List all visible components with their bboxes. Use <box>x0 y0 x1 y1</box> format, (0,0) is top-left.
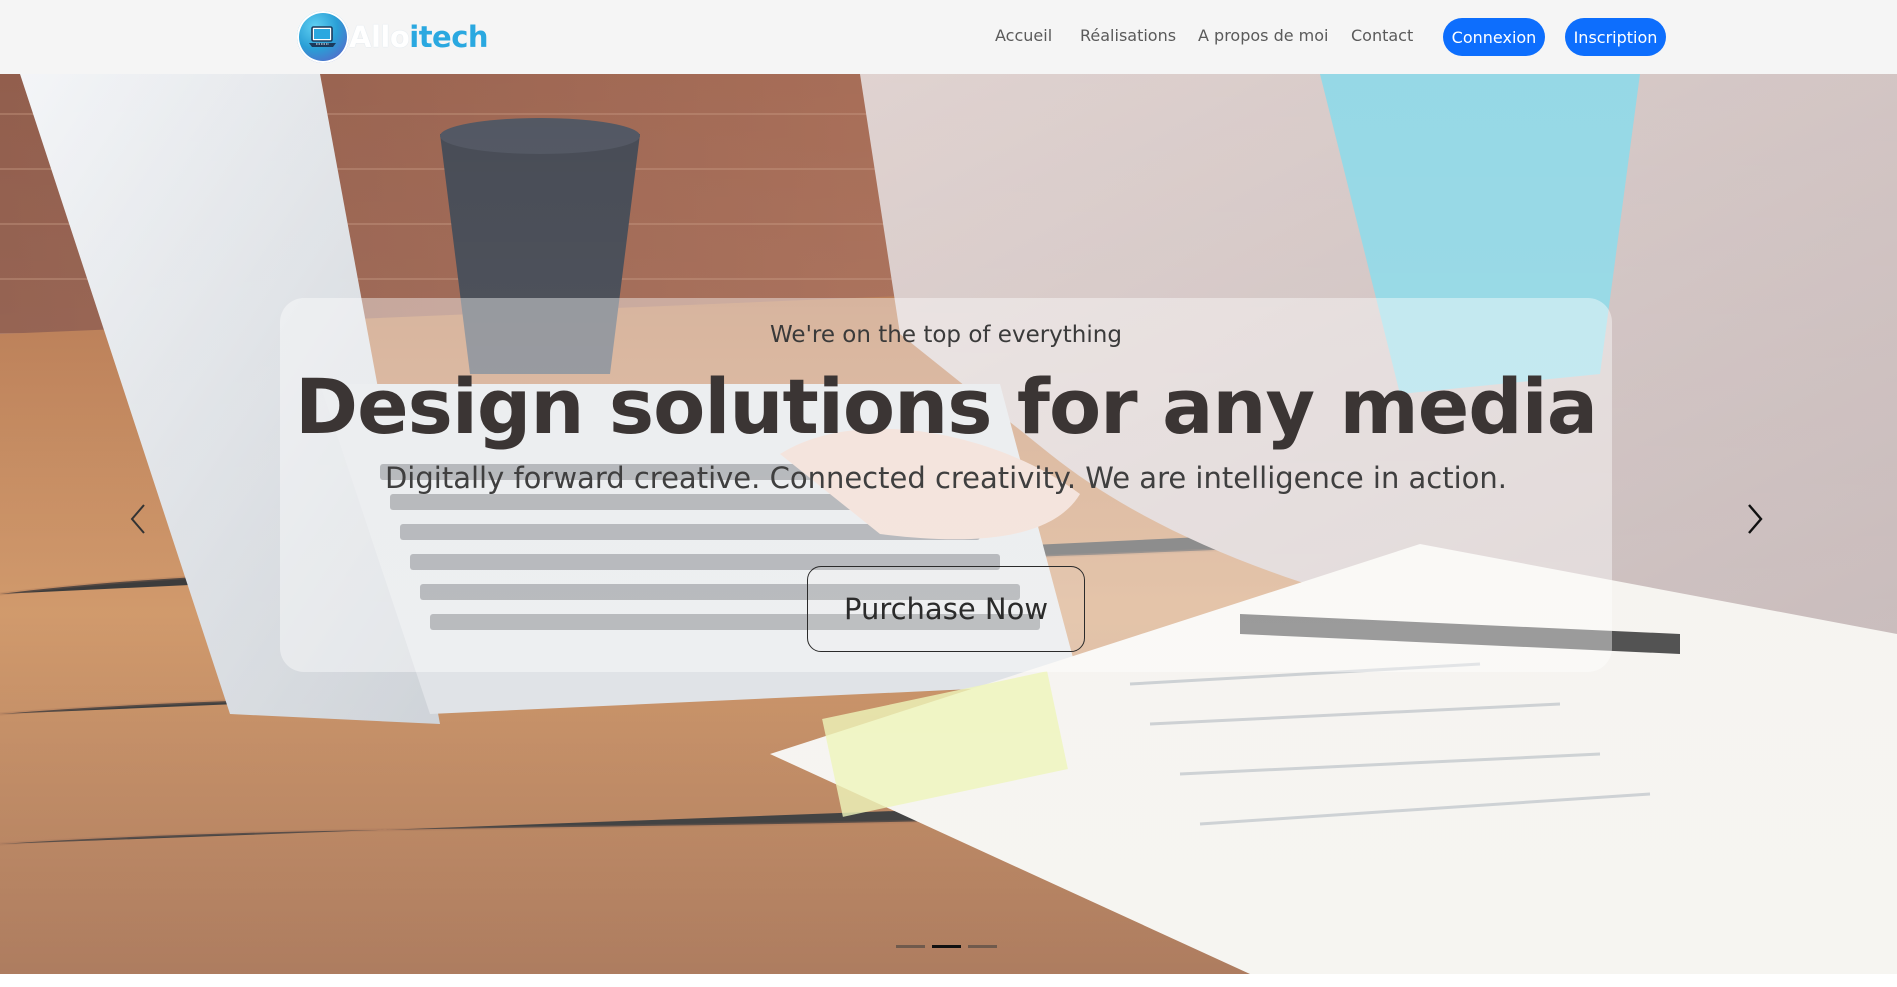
carousel-next-button[interactable] <box>1735 494 1775 544</box>
purchase-now-button[interactable]: Purchase Now <box>807 566 1085 652</box>
brand-name: Alloitech <box>349 20 489 54</box>
carousel-indicator-2[interactable] <box>932 945 961 948</box>
navbar: Alloitech Accueil Réalisations A propos … <box>0 0 1897 74</box>
hero-subline: Digitally forward creative. Connected cr… <box>384 461 1508 495</box>
brand-logo-link[interactable]: Alloitech <box>297 10 489 64</box>
carousel-indicator-3[interactable] <box>968 945 997 948</box>
carousel-prev-button[interactable] <box>118 494 158 544</box>
brand-name-part2: itech <box>409 20 489 54</box>
nav-link-realisations[interactable]: Réalisations <box>1080 26 1176 45</box>
hero-kicker: We're on the top of everything <box>770 322 1122 348</box>
nav-link-a-propos[interactable]: A propos de moi <box>1198 26 1328 45</box>
chevron-left-icon <box>130 504 145 534</box>
signup-button[interactable]: Inscription <box>1565 18 1666 56</box>
nav-link-accueil[interactable]: Accueil <box>995 26 1052 45</box>
hero-caption-box: We're on the top of everything Design so… <box>280 298 1612 672</box>
hero-carousel: We're on the top of everything Design so… <box>0 74 1897 974</box>
carousel-indicator-1[interactable] <box>896 945 925 948</box>
login-button[interactable]: Connexion <box>1443 18 1545 56</box>
laptop-icon <box>297 11 349 63</box>
chevron-right-icon <box>1748 504 1763 534</box>
hero-headline: Design solutions for any media <box>295 362 1598 451</box>
brand-name-part1: Allo <box>349 20 410 54</box>
carousel-indicators <box>896 943 998 951</box>
nav-link-contact[interactable]: Contact <box>1351 26 1413 45</box>
